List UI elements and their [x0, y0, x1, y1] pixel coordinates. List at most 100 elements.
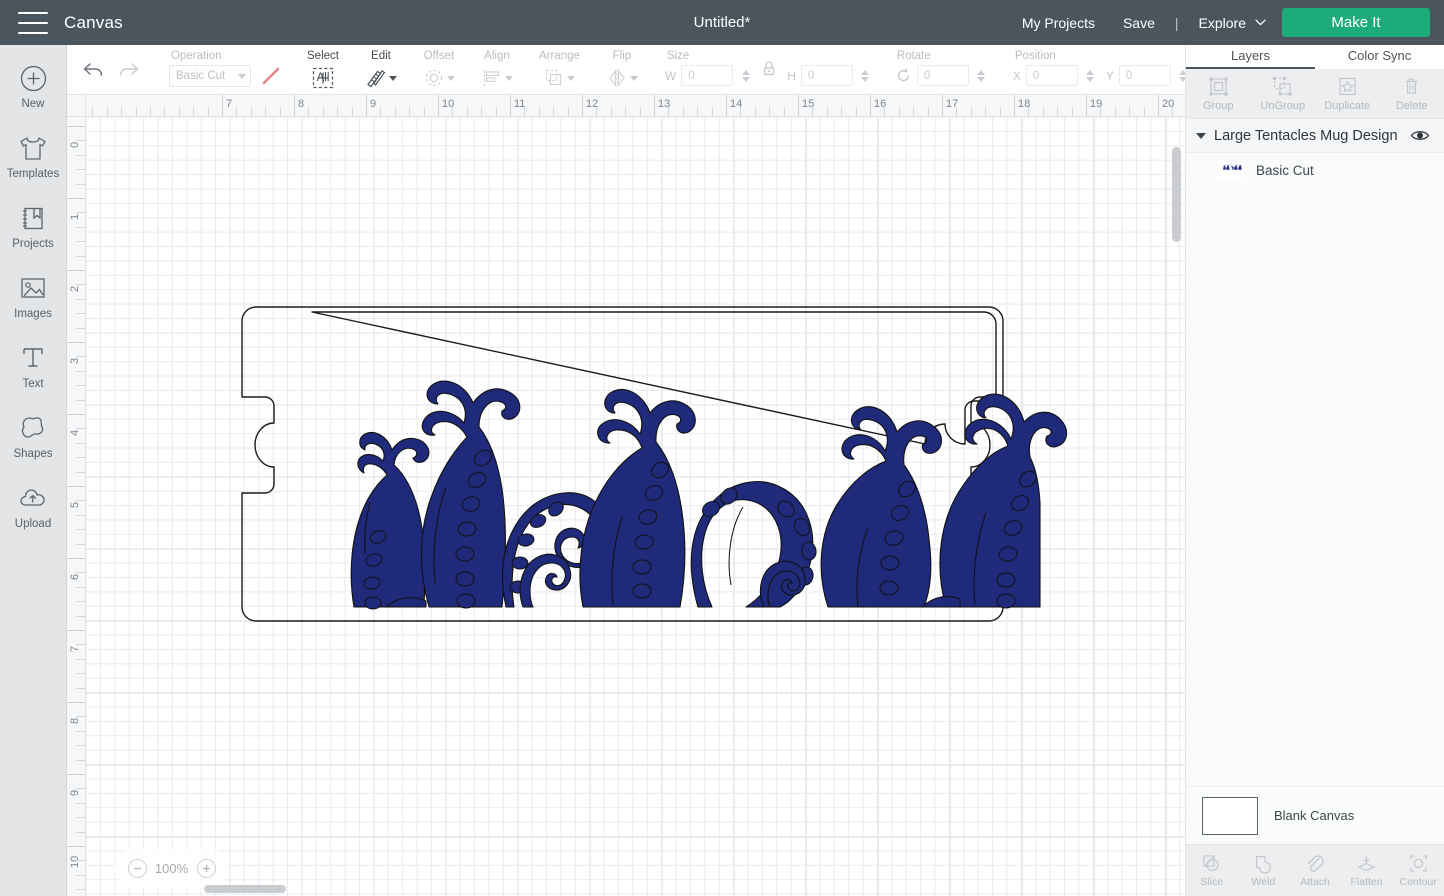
flip-icon-group: [606, 65, 638, 91]
diagonal-line-icon: [262, 67, 280, 85]
make-it-button[interactable]: Make It: [1282, 8, 1430, 37]
rail-item-shapes[interactable]: Shapes: [0, 411, 67, 481]
tab-layers[interactable]: Layers: [1186, 45, 1315, 69]
chevron-down-icon: [567, 75, 576, 81]
ungroup-label: UnGroup: [1260, 99, 1306, 112]
ruler-minor-tick: [76, 370, 85, 372]
cloud-upload-icon: [18, 481, 48, 515]
ruler-minor-tick: [625, 107, 627, 116]
ruler-major-tick: [67, 558, 85, 559]
rotate-stepper[interactable]: [976, 66, 987, 85]
machine-selector[interactable]: Explore: [1185, 15, 1282, 31]
align-label: Align: [484, 50, 510, 62]
ruler-major-tick: [67, 702, 85, 703]
redo-icon[interactable]: [117, 60, 141, 80]
x-stepper[interactable]: [1085, 66, 1096, 85]
rail-label-upload: Upload: [14, 518, 52, 530]
zoom-in-button[interactable]: [196, 858, 216, 878]
zoom-out-button[interactable]: [127, 858, 147, 878]
ungroup-button[interactable]: UnGroup: [1251, 69, 1316, 118]
triangle-down-icon[interactable]: [1196, 132, 1206, 139]
size-width-field[interactable]: W 0: [665, 65, 751, 86]
width-stepper[interactable]: [740, 66, 751, 85]
trash-icon: [1401, 76, 1422, 98]
duplicate-button[interactable]: Duplicate: [1315, 69, 1380, 118]
blank-canvas-swatch[interactable]: [1202, 796, 1258, 835]
ruler-minor-tick: [754, 107, 756, 116]
canvas-horizontal-scrollbar[interactable]: [204, 885, 286, 893]
contour-button[interactable]: Contour: [1392, 845, 1444, 896]
save-button[interactable]: Save: [1109, 15, 1169, 31]
layer-group-row[interactable]: Large Tentacles Mug Design: [1186, 119, 1444, 153]
flip-button[interactable]: Flip: [593, 45, 651, 95]
blank-canvas-row[interactable]: Blank Canvas: [1186, 786, 1444, 844]
operation-select[interactable]: Basic Cut: [169, 65, 251, 87]
ruler-minor-tick: [913, 107, 915, 116]
rotate-field[interactable]: 0: [895, 65, 987, 86]
my-projects-link[interactable]: My Projects: [1008, 15, 1109, 31]
ruler-minor-tick: [150, 107, 151, 116]
chevron-down-icon: [238, 73, 246, 79]
chevron-down-icon: [629, 75, 638, 81]
rail-item-projects[interactable]: Projects: [0, 201, 67, 271]
chevron-down-icon: [504, 75, 513, 81]
slice-button[interactable]: Slice: [1186, 845, 1238, 896]
select-all-button[interactable]: Select All: [294, 45, 352, 95]
operation-label: Operation: [171, 50, 222, 62]
size-height-field[interactable]: H 0: [787, 65, 871, 86]
tab-color-sync[interactable]: Color Sync: [1315, 45, 1444, 69]
canvas-viewport[interactable]: 100%: [86, 117, 1185, 896]
ruler-minor-tick: [1028, 107, 1030, 116]
height-value: 0: [807, 69, 815, 82]
attach-button[interactable]: Attach: [1289, 845, 1341, 896]
ruler-minor-tick: [76, 385, 85, 387]
color-swatch[interactable]: [260, 65, 282, 87]
ruler-major-tick: [67, 414, 85, 415]
align-button[interactable]: Align: [468, 45, 526, 95]
offset-button[interactable]: Offset: [410, 45, 468, 95]
ruler-minor-tick: [553, 107, 555, 116]
height-stepper[interactable]: [860, 66, 871, 85]
top-bar-divider: |: [1174, 14, 1179, 31]
ruler-minor-tick: [76, 529, 85, 531]
design-artwork[interactable]: [86, 117, 1185, 896]
ruler-minor-tick: [351, 107, 353, 116]
height-label: H: [787, 68, 796, 83]
ruler-minor-tick: [76, 874, 85, 876]
top-bar-actions: My Projects Save | Explore Make It: [1008, 8, 1444, 37]
ruler-label: 8: [298, 98, 305, 110]
position-y-field[interactable]: Y 0: [1106, 65, 1189, 86]
ruler-minor-tick: [610, 107, 612, 116]
lock-aspect-ratio[interactable]: [757, 60, 781, 77]
flatten-button[interactable]: Flatten: [1341, 845, 1393, 896]
ruler-minor-tick: [76, 154, 85, 156]
ruler-minor-tick: [76, 889, 85, 891]
arrange-button[interactable]: Arrange: [526, 45, 593, 95]
rail-item-images[interactable]: Images: [0, 271, 67, 341]
rail-label-images: Images: [14, 308, 52, 320]
size-group: Size W 0 H 0: [651, 45, 881, 95]
canvas-vertical-scrollbar[interactable]: [1172, 147, 1181, 242]
rail-item-templates[interactable]: Templates: [0, 131, 67, 201]
ruler-minor-tick: [841, 107, 843, 116]
group-button[interactable]: Group: [1186, 69, 1251, 118]
hamburger-menu-icon[interactable]: [18, 11, 48, 34]
eye-icon[interactable]: [1410, 129, 1430, 142]
ruler-major-tick: [67, 486, 85, 487]
arrange-icon: [546, 69, 562, 86]
weld-button[interactable]: Weld: [1238, 845, 1290, 896]
rail-item-upload[interactable]: Upload: [0, 481, 67, 551]
ruler-minor-tick: [927, 107, 929, 116]
rail-label-new: New: [21, 98, 45, 110]
rail-item-text[interactable]: Text: [0, 341, 67, 411]
canvas-area[interactable]: 789101112131415161718192021 012345678910: [67, 95, 1185, 896]
delete-button[interactable]: Delete: [1380, 69, 1444, 118]
undo-icon[interactable]: [81, 60, 105, 80]
layer-group-name: Large Tentacles Mug Design: [1214, 127, 1398, 144]
layer-row[interactable]: Basic Cut: [1186, 153, 1444, 187]
position-x-field[interactable]: X 0: [1013, 65, 1096, 86]
rail-item-new[interactable]: New: [0, 61, 67, 131]
ruler-minor-tick: [92, 107, 94, 116]
ruler-minor-tick: [769, 107, 771, 116]
edit-button[interactable]: Edit: [352, 45, 410, 95]
